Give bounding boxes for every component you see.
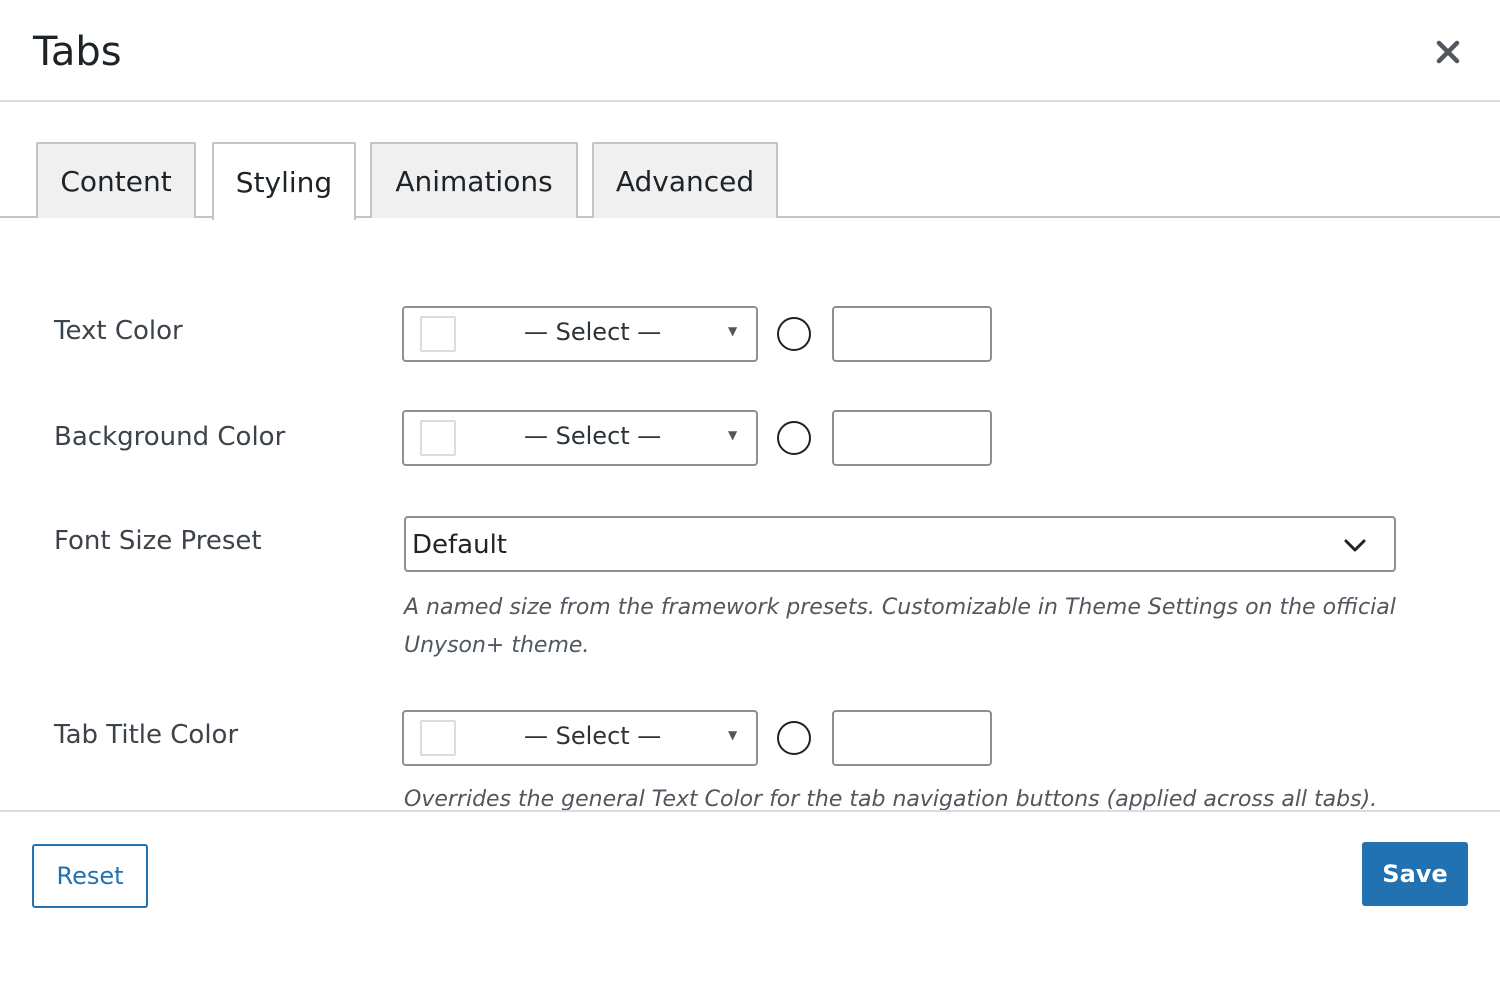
caret-down-icon: ▼ (728, 324, 738, 338)
text-color-hex-input[interactable] (832, 306, 992, 362)
select-value: — Select — (524, 422, 662, 450)
text-color-select[interactable]: — Select — ▼ (402, 306, 758, 362)
background-color-hex-input[interactable] (832, 410, 992, 466)
tab-label: Styling (235, 165, 333, 199)
tab-styling[interactable]: Styling (212, 142, 356, 220)
tab-title-color-label: Tab Title Color (54, 720, 239, 750)
text-color-radio[interactable] (777, 317, 811, 351)
tab-title-color-help: Overrides the general Text Color for the… (404, 787, 1378, 810)
tab-advanced[interactable]: Advanced (592, 142, 778, 218)
tab-content[interactable]: Content (36, 142, 196, 218)
caret-down-icon: ▼ (728, 728, 738, 742)
color-swatch (420, 720, 456, 756)
tab-animations[interactable]: Animations (370, 142, 578, 218)
background-color-select[interactable]: — Select — ▼ (402, 410, 758, 466)
font-size-preset-select[interactable]: Default (404, 516, 1396, 572)
close-button[interactable] (1430, 34, 1466, 70)
chevron-down-icon (1344, 539, 1366, 552)
tab-label: Animations (395, 164, 553, 198)
text-color-label: Text Color (54, 316, 183, 346)
tabs-bar: Content Styling Animations Advanced (0, 142, 1500, 220)
background-color-label: Background Color (54, 422, 286, 452)
tab-title-color-radio[interactable] (777, 721, 811, 755)
caret-down-icon: ▼ (728, 428, 738, 442)
select-value: — Select — (524, 722, 662, 750)
close-icon (1436, 40, 1460, 64)
background-color-radio[interactable] (777, 421, 811, 455)
modal-title: Tabs (33, 29, 122, 75)
font-size-preset-help: A named size from the framework presets.… (404, 595, 1396, 658)
color-swatch (420, 420, 456, 456)
font-size-preset-label: Font Size Preset (54, 526, 262, 556)
modal-footer: Reset Save (0, 810, 1500, 1000)
tab-label: Content (60, 164, 172, 198)
select-value: — Select — (524, 318, 662, 346)
color-swatch (420, 316, 456, 352)
save-button[interactable]: Save (1362, 842, 1468, 906)
tab-label: Advanced (615, 164, 755, 198)
select-value: Default (412, 530, 507, 560)
tab-title-color-select[interactable]: — Select — ▼ (402, 710, 758, 766)
styling-panel: Text Color — Select — ▼ Background Color… (0, 218, 1500, 810)
reset-button[interactable]: Reset (32, 844, 148, 908)
modal-header: Tabs (0, 0, 1500, 102)
tab-title-color-hex-input[interactable] (832, 710, 992, 766)
